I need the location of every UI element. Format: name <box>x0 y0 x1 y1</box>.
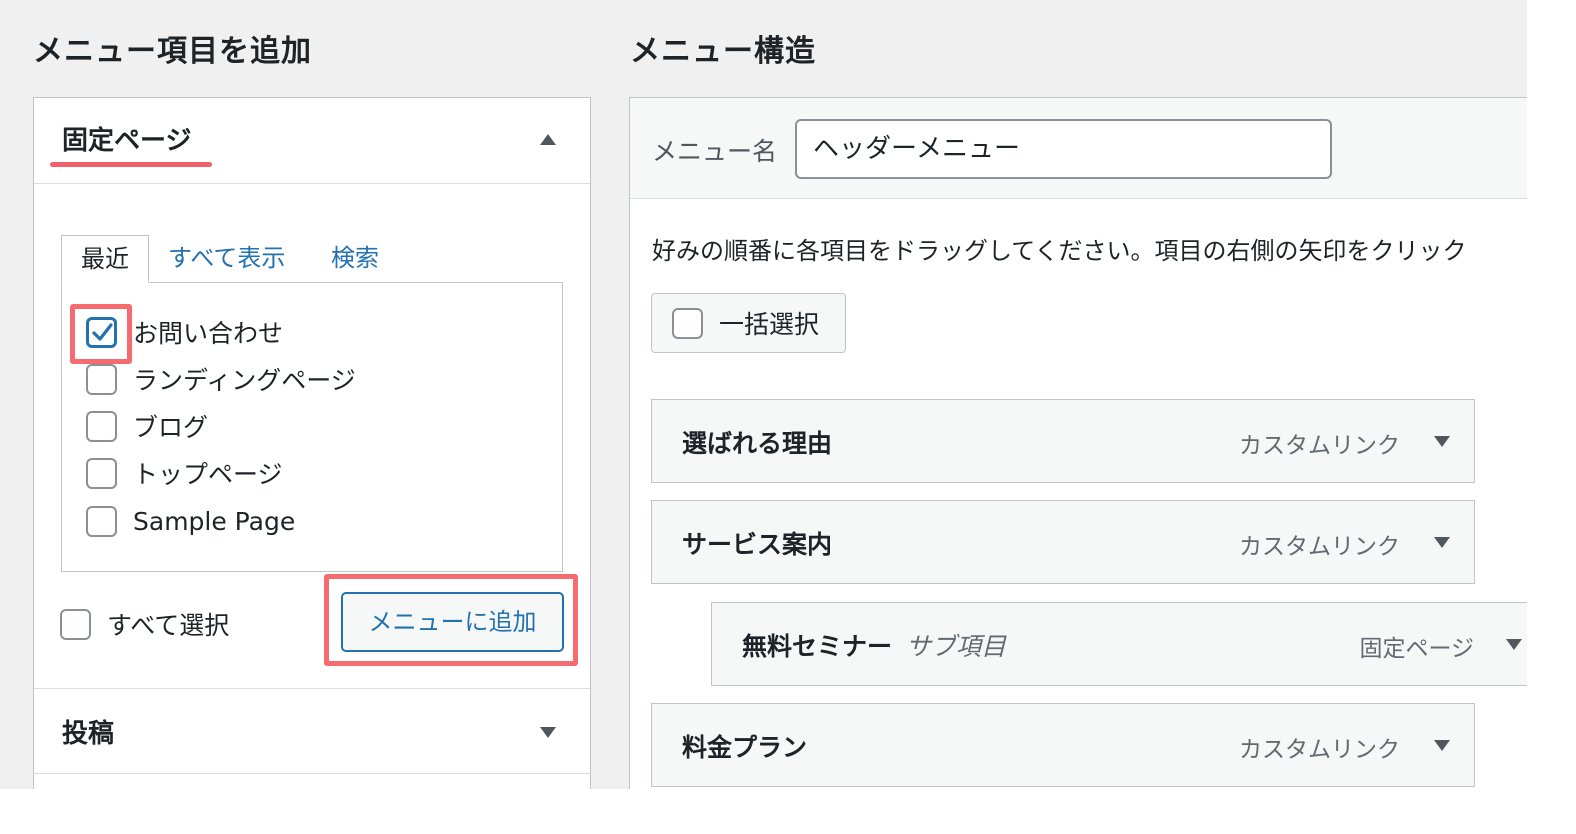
bulk-select-checkbox[interactable] <box>672 307 703 339</box>
tab-search[interactable]: 検索 <box>331 235 379 283</box>
menu-item-title: サービス案内 <box>682 530 833 559</box>
menu-item-type: カスタムリンク <box>1239 433 1400 459</box>
pages-section-title: 固定ページ <box>62 126 192 156</box>
select-all-label: すべて選択 <box>107 611 230 640</box>
bulk-select-button[interactable]: 一括選択 <box>651 293 846 353</box>
menu-name-label: メニュー名 <box>652 137 778 166</box>
menu-item-title: 料金プラン <box>682 733 808 762</box>
list-item[interactable]: ブログ <box>86 408 208 444</box>
chevron-down-icon[interactable] <box>1434 436 1450 447</box>
pages-tabs: 最近 すべて表示 検索 <box>61 235 563 283</box>
chevron-up-icon[interactable] <box>540 134 556 145</box>
menu-item-title-text: 無料セミナー <box>742 632 893 661</box>
page-label: トップページ <box>133 460 283 489</box>
page-checkbox[interactable] <box>86 457 117 489</box>
menu-item-type: カスタムリンク <box>1239 534 1400 560</box>
select-all-checkbox[interactable] <box>60 608 91 640</box>
add-to-menu-button[interactable]: メニューに追加 <box>341 592 564 652</box>
posts-accordion-header[interactable]: 投稿 <box>34 688 590 774</box>
list-item[interactable]: トップページ <box>86 455 283 491</box>
page-checkbox[interactable] <box>86 410 117 442</box>
page-checkbox[interactable] <box>86 363 117 395</box>
menu-structure-panel: メニュー名 ヘッダーメニュー 好みの順番に各項目をドラッグしてください。項目の右… <box>629 97 1527 789</box>
add-menu-items-title: メニュー項目を追加 <box>33 34 312 69</box>
drag-instructions: 好みの順番に各項目をドラッグしてください。項目の右側の矢印をクリック <box>652 237 1467 265</box>
list-item[interactable]: Sample Page <box>86 503 295 539</box>
select-all-control[interactable]: すべて選択 <box>60 606 229 642</box>
bulk-select-label: 一括選択 <box>719 310 820 339</box>
tab-view-all[interactable]: すべて表示 <box>168 235 285 283</box>
chevron-down-icon[interactable] <box>1434 537 1450 548</box>
page-background: メニュー項目を追加 メニュー構造 固定ページ 最近 すべて表示 検索 お問い合わ… <box>0 0 1527 789</box>
chevron-down-icon[interactable] <box>540 727 556 738</box>
menu-name-bar: メニュー名 ヘッダーメニュー <box>630 98 1527 199</box>
menu-item[interactable]: 選ばれる理由 カスタムリンク <box>651 399 1475 483</box>
add-menu-items-panel: 固定ページ 最近 すべて表示 検索 お問い合わせ ランディングページ ブログ ト… <box>33 97 591 789</box>
page-label: Sample Page <box>133 506 296 536</box>
posts-section-title: 投稿 <box>62 719 115 749</box>
menu-item-type: 固定ページ <box>1359 636 1474 662</box>
chevron-down-icon[interactable] <box>1434 740 1450 751</box>
menu-item-type: カスタムリンク <box>1239 737 1400 763</box>
page-label: お問い合わせ <box>133 319 284 348</box>
menu-item[interactable]: 料金プラン カスタムリンク <box>651 703 1475 787</box>
menu-item-sub[interactable]: 無料セミナー サブ項目 固定ページ <box>711 602 1527 686</box>
sub-item-label: サブ項目 <box>906 632 1007 661</box>
list-item[interactable]: ランディングページ <box>86 361 356 397</box>
menu-item-title: 無料セミナー サブ項目 <box>742 627 1006 663</box>
menu-item-title: 選ばれる理由 <box>682 429 833 458</box>
pages-title-underline <box>50 162 212 167</box>
menu-structure-title: メニュー構造 <box>630 34 816 69</box>
page-checkbox[interactable] <box>86 505 117 537</box>
checkbox-highlight-box <box>70 304 132 364</box>
chevron-down-icon[interactable] <box>1506 639 1522 650</box>
page-label: ブログ <box>133 413 209 442</box>
menu-name-input[interactable]: ヘッダーメニュー <box>795 119 1332 179</box>
menu-item[interactable]: サービス案内 カスタムリンク <box>651 500 1475 584</box>
pages-accordion-header[interactable]: 固定ページ <box>34 98 590 184</box>
pages-checklist: お問い合わせ ランディングページ ブログ トップページ Sample Page <box>61 282 563 572</box>
tab-recent[interactable]: 最近 <box>61 235 149 283</box>
page-label: ランディングページ <box>133 366 356 395</box>
